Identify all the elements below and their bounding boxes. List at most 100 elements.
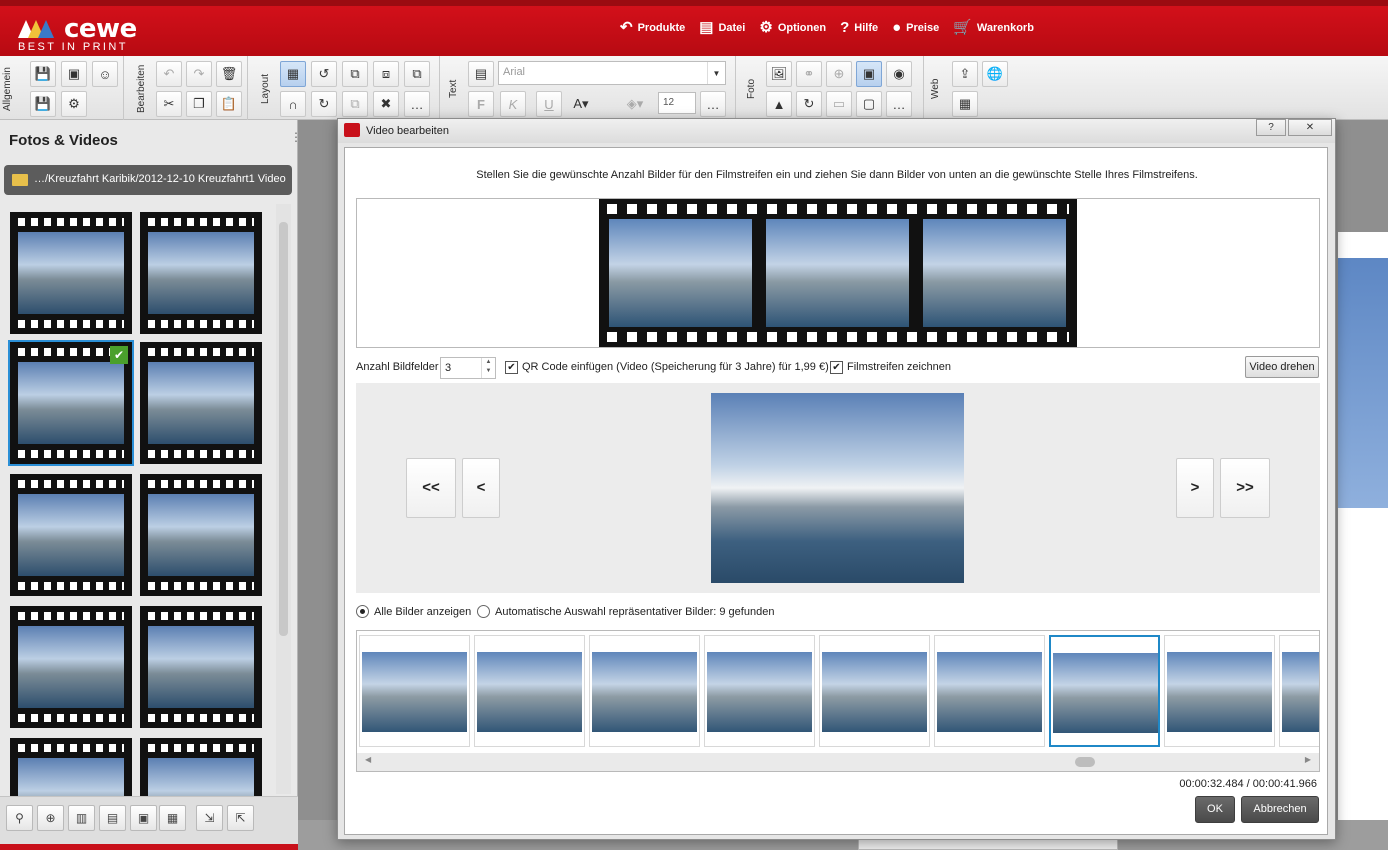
text-box-icon[interactable]: ▤ — [468, 61, 494, 87]
font-size-select[interactable]: 12 — [658, 92, 696, 114]
settings-icon[interactable]: ⚙ — [61, 91, 87, 117]
add-search-icon[interactable]: ⊕ — [37, 805, 64, 831]
frame-cell[interactable] — [359, 635, 470, 747]
rotate-video-button[interactable]: Video drehen — [1245, 356, 1319, 378]
stepper-arrows-icon[interactable]: ▲ ▼ — [481, 358, 495, 378]
font-select[interactable]: Arial ▼ — [498, 61, 726, 85]
more-icon[interactable]: … — [886, 91, 912, 117]
prev-frame-button[interactable]: < — [462, 458, 500, 518]
copy-icon[interactable]: ❐ — [186, 91, 212, 117]
export-icon[interactable]: ⇱ — [227, 805, 254, 831]
save-icon[interactable]: 💾 — [30, 61, 56, 87]
group-icon[interactable]: ⧉ — [342, 91, 368, 117]
main-menu: ↶ Produkte ▤ Datei ⚙ Optionen ? Hilfe ● Preis… — [620, 20, 1034, 35]
thumbnail-scrollbar[interactable] — [276, 204, 291, 794]
menu-produkte[interactable]: ↶ Produkte — [620, 20, 685, 35]
more-icon[interactable]: … — [404, 91, 430, 117]
frame-cell[interactable] — [819, 635, 930, 747]
send-back-icon[interactable]: ⧉ — [404, 61, 430, 87]
bold-button[interactable]: F — [468, 91, 494, 117]
border-icon[interactable]: ▢ — [856, 91, 882, 117]
next-frame-button[interactable]: > — [1176, 458, 1214, 518]
folder-icon — [12, 174, 28, 186]
close-button[interactable]: ✕ — [1288, 119, 1332, 136]
ok-button[interactable]: OK — [1195, 796, 1235, 823]
view-1-icon[interactable]: ▥ — [68, 805, 95, 831]
media-thumbnail[interactable] — [10, 474, 132, 596]
color-icon[interactable]: ▲ — [766, 91, 792, 117]
photo-effect-icon[interactable]: ▣ — [856, 61, 882, 87]
media-thumbnail[interactable] — [140, 212, 262, 334]
undo-icon[interactable]: ↶ — [156, 61, 182, 87]
radio-all-images[interactable] — [356, 605, 369, 618]
import-icon[interactable]: ⇲ — [196, 805, 223, 831]
filmstrip-frame[interactable] — [609, 219, 752, 327]
clip-icon[interactable]: ⚭ — [796, 61, 822, 87]
qr-icon[interactable]: ▦ — [952, 91, 978, 117]
frame-cell[interactable] — [934, 635, 1045, 747]
frame-strip-scrollbar[interactable]: ◀ ▶ — [357, 753, 1319, 771]
media-thumbnail[interactable] — [140, 606, 262, 728]
filmstrip-frame[interactable] — [923, 219, 1066, 327]
avatar-icon[interactable]: ☺ — [92, 61, 118, 87]
filmstrip-frame[interactable] — [766, 219, 909, 327]
frame-cell[interactable] — [474, 635, 585, 747]
qr-checkbox[interactable]: ✔ — [505, 361, 518, 374]
menu-datei[interactable]: ▤ Datei — [699, 20, 745, 35]
menu-preise[interactable]: ● Preise — [892, 20, 939, 35]
view-2-icon[interactable]: ▤ — [99, 805, 126, 831]
rotate-photo-icon[interactable]: ↻ — [796, 91, 822, 117]
frame-icon[interactable]: ▭ — [826, 91, 852, 117]
add-photo-icon[interactable]: ▣ — [61, 61, 87, 87]
cut-icon[interactable]: ✂ — [156, 91, 182, 117]
cancel-button[interactable]: Abbrechen — [1241, 796, 1319, 823]
frame-cell[interactable] — [1164, 635, 1275, 747]
globe-icon[interactable]: 🌐 — [982, 61, 1008, 87]
redo-icon[interactable]: ↷ — [186, 61, 212, 87]
media-thumbnail[interactable] — [10, 212, 132, 334]
menu-optionen[interactable]: ⚙ Optionen — [759, 20, 826, 35]
fill-color-icon[interactable]: ◈▾ — [622, 91, 648, 117]
grid-icon[interactable]: ▦ — [280, 61, 306, 87]
menu-hilfe[interactable]: ? Hilfe — [840, 20, 878, 35]
count-stepper[interactable]: 3 ▲ ▼ — [440, 357, 496, 379]
upload-icon[interactable]: ⇪ — [952, 61, 978, 87]
scroll-left-icon[interactable]: ◀ — [365, 755, 371, 764]
menu-warenkorb[interactable]: 🛒 Warenkorb — [953, 20, 1034, 35]
underline-button[interactable]: U — [536, 91, 562, 117]
media-thumbnail[interactable] — [10, 606, 132, 728]
delete-icon[interactable]: 🗑 — [216, 61, 242, 87]
folder-path-bar[interactable]: …/Kreuzfahrt Karibik/2012-12-10 Kreuzfah… — [4, 165, 292, 195]
paste-icon[interactable]: 📋 — [216, 91, 242, 117]
image-icon[interactable]: 🖼 — [766, 61, 792, 87]
view-4-icon[interactable]: ▦ — [159, 805, 186, 831]
last-frame-button[interactable]: >> — [1220, 458, 1270, 518]
help-button[interactable]: ? — [1256, 119, 1286, 136]
first-frame-button[interactable]: << — [406, 458, 456, 518]
frame-cell-selected[interactable] — [1049, 635, 1160, 747]
bring-forward-icon[interactable]: ⧉ — [342, 61, 368, 87]
italic-button[interactable]: K — [500, 91, 526, 117]
media-thumbnail[interactable]: ✔ — [8, 340, 134, 466]
rotate-left-icon[interactable]: ↺ — [311, 61, 337, 87]
media-thumbnail[interactable] — [140, 342, 262, 464]
bring-front-icon[interactable]: ⧈ — [373, 61, 399, 87]
media-thumbnail[interactable] — [140, 474, 262, 596]
frame-cell[interactable] — [1279, 635, 1319, 747]
filmstrip-checkbox[interactable]: ✔ — [830, 361, 843, 374]
clapperboard-icon[interactable]: ◉ — [886, 61, 912, 87]
frame-cell[interactable] — [589, 635, 700, 747]
view-3-icon[interactable]: ▣ — [130, 805, 157, 831]
panel-menu-icon[interactable]: ⋮ — [290, 130, 302, 144]
radio-auto-select[interactable] — [477, 605, 490, 618]
rotate-right-icon[interactable]: ↻ — [311, 91, 337, 117]
save-as-icon[interactable]: 💾 — [30, 91, 56, 117]
scroll-right-icon[interactable]: ▶ — [1305, 755, 1311, 764]
font-color-icon[interactable]: A▾ — [568, 91, 594, 117]
more-icon[interactable]: … — [700, 91, 726, 117]
frame-cell[interactable] — [704, 635, 815, 747]
zoom-icon[interactable]: ⊕ — [826, 61, 852, 87]
search-icon[interactable]: ⚲ — [6, 805, 33, 831]
remove-icon[interactable]: ✖ — [373, 91, 399, 117]
magnet-icon[interactable]: ∩ — [280, 91, 306, 117]
